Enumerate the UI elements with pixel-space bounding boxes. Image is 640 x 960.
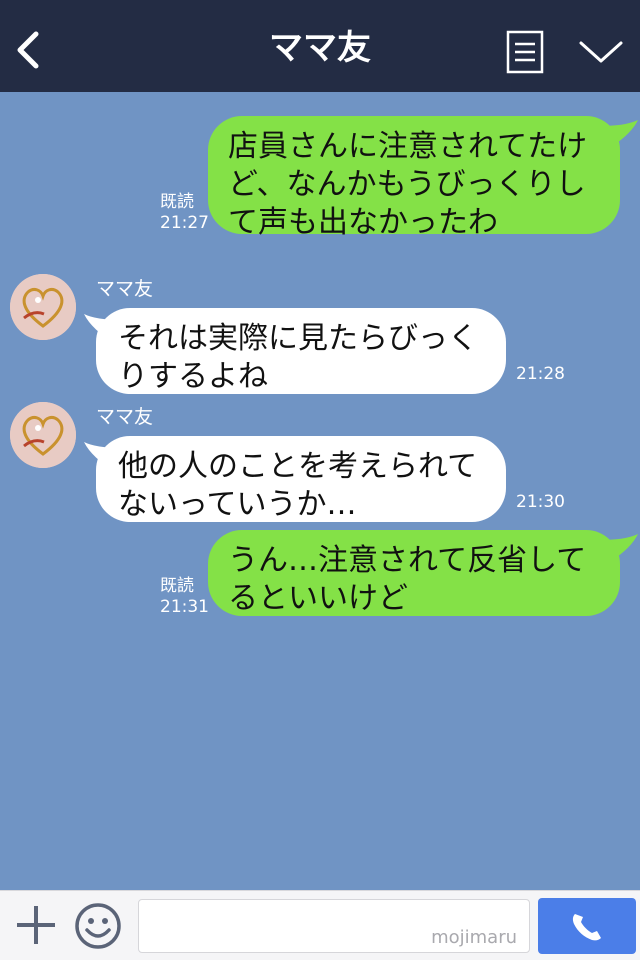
sender-name: ママ友	[96, 278, 154, 300]
message-input[interactable]: mojimaru	[138, 899, 530, 953]
input-bar: mojimaru	[0, 890, 640, 960]
phone-icon	[572, 914, 601, 941]
call-button[interactable]	[538, 898, 636, 954]
smiley-icon[interactable]	[74, 902, 122, 950]
watermark-text: mojimaru	[431, 927, 517, 948]
message-time: 21:27	[160, 213, 209, 233]
chat-header: ママ友	[0, 0, 640, 92]
avatar[interactable]	[10, 274, 76, 340]
message-time: 21:30	[516, 492, 565, 512]
message-time: 21:28	[516, 364, 565, 384]
message-bubble-outgoing[interactable]: うん…注意されて反省して るといいけど	[208, 530, 620, 616]
avatar[interactable]	[10, 402, 76, 468]
heart-necklace-icon	[10, 402, 76, 468]
message-bubble-incoming[interactable]: 他の人のことを考えられて ないっていうか…	[96, 436, 506, 522]
message-meta: 既読 21:27	[160, 192, 209, 234]
plus-icon[interactable]	[14, 903, 58, 947]
back-icon[interactable]	[14, 30, 44, 70]
menu-icon[interactable]	[506, 30, 544, 74]
message-bubble-incoming[interactable]: それは実際に見たらびっく りするよね	[96, 308, 506, 394]
read-receipt: 既読	[160, 192, 194, 212]
message-time: 21:31	[160, 597, 209, 617]
message-meta: 既読 21:31	[160, 576, 209, 618]
heart-necklace-icon	[10, 274, 76, 340]
chat-area[interactable]: 既読 21:27 店員さんに注意されてたけ ど、なんかもうびっくりし て声も出な…	[0, 92, 640, 890]
read-receipt: 既読	[160, 576, 194, 596]
sender-name: ママ友	[96, 406, 154, 428]
chevron-down-icon[interactable]	[578, 38, 624, 66]
message-bubble-outgoing[interactable]: 店員さんに注意されてたけ ど、なんかもうびっくりし て声も出なかったわ	[208, 116, 620, 240]
chat-title: ママ友	[269, 28, 371, 68]
